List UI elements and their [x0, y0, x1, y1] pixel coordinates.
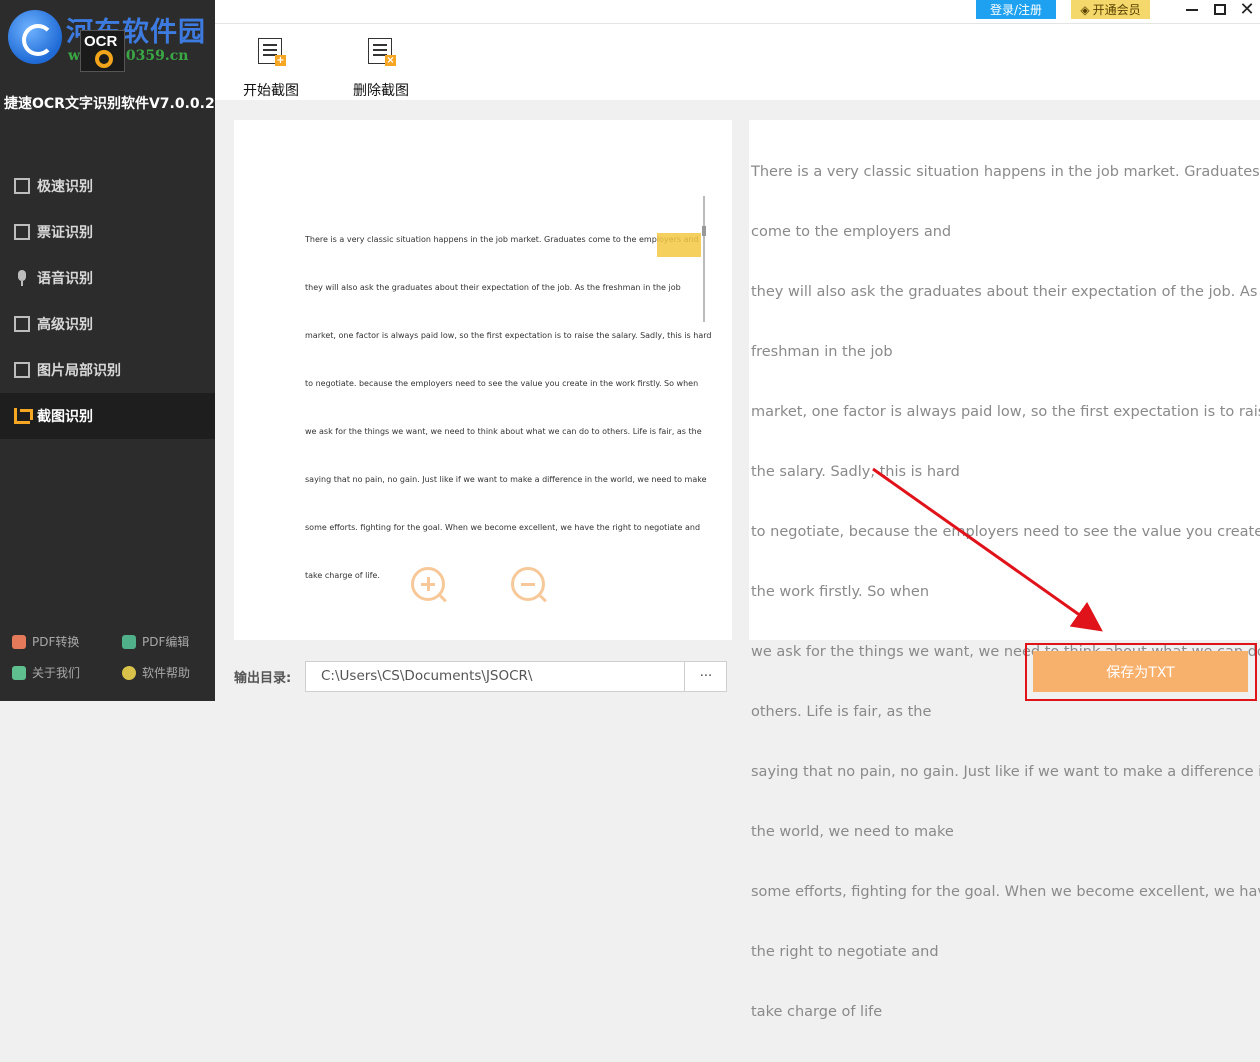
- open-vip-label: 开通会员: [1092, 3, 1141, 17]
- site-logo-icon: [8, 10, 62, 64]
- preview-line: take charge of life.: [305, 571, 380, 580]
- pdf-convert-link[interactable]: PDF转换: [12, 633, 79, 650]
- start-screenshot-label: 开始截图: [243, 83, 299, 99]
- open-vip-button[interactable]: ◈ 开通会员: [1071, 0, 1150, 19]
- nav-item-advanced-recognition[interactable]: 高级识别: [0, 301, 215, 347]
- pdf-convert-label: PDF转换: [32, 635, 80, 649]
- about-us-link[interactable]: 关于我们: [12, 664, 80, 681]
- output-directory-path: C:\Users\CS\Documents\JSOCR\: [321, 668, 533, 684]
- close-icon: ✕: [1239, 0, 1255, 20]
- about-us-label: 关于我们: [32, 666, 81, 680]
- result-text: There is a very classic situation happen…: [751, 122, 1260, 1062]
- pdf-edit-icon: [122, 634, 136, 649]
- nav-item-voice-recognition[interactable]: 语音识别: [0, 255, 215, 301]
- result-line: the right to negotiate and: [751, 944, 939, 960]
- screenshot-crop-icon: [14, 408, 33, 424]
- logo-area: 河东软件园 www.pc0359.cn OCR: [0, 0, 215, 82]
- nav-item-label: 语音识别: [37, 271, 93, 287]
- minimize-icon: [1186, 8, 1198, 11]
- pdf-convert-icon: [12, 634, 26, 649]
- save-as-txt-button[interactable]: 保存为TXT: [1033, 651, 1248, 692]
- result-line: freshman in the job: [751, 344, 893, 360]
- output-directory-label: 输出目录:: [234, 671, 292, 686]
- result-line: come to the employers and: [751, 224, 952, 240]
- preview-line: saying that no pain, no gain. Just like …: [305, 475, 707, 484]
- preview-line: they will also ask the graduates about t…: [305, 283, 681, 292]
- image-partial-icon: [14, 362, 30, 378]
- result-line: There is a very classic situation happen…: [751, 164, 1260, 180]
- delete-screenshot-button[interactable]: × 删除截图: [341, 36, 421, 100]
- preview-selection-highlight: [657, 233, 701, 257]
- advanced-recognition-icon: [14, 316, 30, 332]
- nav-item-label: 票证识别: [37, 225, 93, 241]
- login-register-button[interactable]: 登录/注册: [976, 0, 1056, 19]
- pdf-edit-link[interactable]: PDF编辑: [122, 633, 189, 650]
- start-screenshot-icon: +: [256, 36, 286, 66]
- preview-line: market, one factor is always paid low, s…: [305, 331, 712, 340]
- result-line: the salary. Sadly, this is hard: [751, 464, 960, 480]
- ticket-recognition-icon: [14, 224, 30, 240]
- preview-line: we ask for the things we want, we need t…: [305, 427, 702, 436]
- fast-recognition-icon: [14, 178, 30, 194]
- ocr-logo-text: OCR: [84, 33, 118, 50]
- screenshot-preview-panel: There is a very classic situation happen…: [234, 120, 732, 640]
- eye-icon: [95, 50, 113, 68]
- result-line: the world, we need to make: [751, 824, 954, 840]
- microphone-icon: [14, 270, 30, 286]
- nav-item-fast-recognition[interactable]: 极速识别: [0, 163, 215, 209]
- result-line: others. Life is fair, as the: [751, 704, 932, 720]
- start-screenshot-button[interactable]: + 开始截图: [231, 36, 311, 100]
- maximize-button[interactable]: [1209, 0, 1231, 19]
- toolbar: + 开始截图 × 删除截图: [215, 24, 1260, 100]
- help-icon: [122, 665, 136, 680]
- result-line: saying that no pain, no gain. Just like …: [751, 764, 1260, 780]
- result-line: take charge of life: [751, 1004, 883, 1020]
- close-button[interactable]: ✕: [1236, 0, 1258, 20]
- result-line: the work firstly. So when: [751, 584, 930, 600]
- nav-item-label: 图片局部识别: [37, 363, 121, 379]
- nav-item-label: 极速识别: [37, 179, 93, 195]
- minimize-button[interactable]: [1181, 0, 1203, 19]
- preview-scrollbar-thumb[interactable]: [702, 226, 706, 236]
- main-content: There is a very classic situation happen…: [215, 100, 1260, 1020]
- result-line: some efforts, fighting for the goal. Whe…: [751, 884, 1260, 900]
- ocr-logo-icon: OCR: [80, 30, 125, 72]
- preview-line: some efforts. fighting for the goal. Whe…: [305, 523, 701, 532]
- delete-screenshot-label: 删除截图: [353, 83, 409, 99]
- help-link[interactable]: 软件帮助: [122, 664, 190, 681]
- nav-item-label: 高级识别: [37, 317, 93, 333]
- output-directory-field[interactable]: C:\Users\CS\Documents\JSOCR\ ···: [305, 661, 727, 692]
- result-line: to negotiate, because the employers need…: [751, 524, 1260, 540]
- delete-screenshot-icon: ×: [366, 36, 396, 66]
- pdf-edit-label: PDF编辑: [142, 635, 190, 649]
- preview-image-text: There is a very classic situation happen…: [305, 200, 712, 616]
- nav-item-image-partial-recognition[interactable]: 图片局部识别: [0, 347, 215, 393]
- preview-scrollbar[interactable]: [703, 196, 705, 322]
- diamond-icon: ◈: [1080, 2, 1090, 17]
- app-title: 捷速OCR文字识别软件V7.0.0.2: [4, 96, 215, 112]
- recognition-result-textarea[interactable]: There is a very classic situation happen…: [749, 120, 1260, 1020]
- browse-directory-button[interactable]: ···: [684, 662, 727, 691]
- maximize-icon: [1214, 4, 1226, 15]
- preview-line: to negotiate. because the employers need…: [305, 379, 699, 388]
- help-label: 软件帮助: [142, 666, 191, 680]
- result-line: market, one factor is always paid low, s…: [751, 404, 1260, 420]
- nav-item-screenshot-recognition[interactable]: 截图识别: [0, 393, 215, 439]
- result-line: they will also ask the graduates about t…: [751, 284, 1260, 300]
- sidebar: 河东软件园 www.pc0359.cn OCR 捷速OCR文字识别软件V7.0.…: [0, 0, 215, 701]
- nav-item-ticket-recognition[interactable]: 票证识别: [0, 209, 215, 255]
- preview-line: There is a very classic situation happen…: [305, 235, 699, 244]
- about-us-icon: [12, 665, 26, 680]
- nav-item-label: 截图识别: [37, 409, 93, 425]
